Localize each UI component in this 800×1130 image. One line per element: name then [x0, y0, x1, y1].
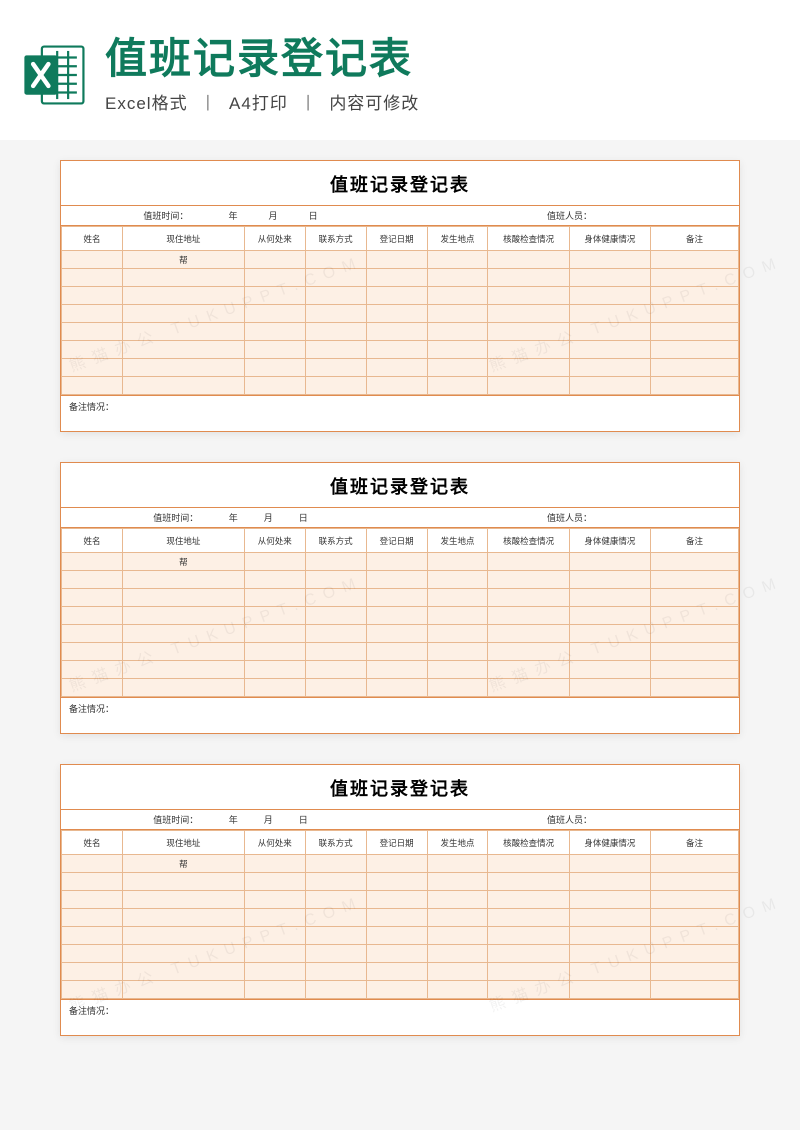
- sheet-title: 值班记录登记表: [61, 463, 739, 508]
- table-row: [62, 661, 739, 679]
- template-header: 值班记录登记表 Excel格式 丨 A4打印 丨 内容可修改: [0, 0, 800, 140]
- table-header-row: 姓名现住地址从何处来联系方式登记日期发生地点核酸检查情况身体健康情况备注: [62, 831, 739, 855]
- col-health: 身体健康情况: [569, 227, 650, 251]
- table-row: [62, 679, 739, 697]
- duty-time-field: 值班时间： 年 月 日: [61, 209, 400, 222]
- duty-table: 姓名现住地址从何处来联系方式登记日期发生地点核酸检查情况身体健康情况备注 帮: [61, 830, 739, 999]
- table-row: [62, 891, 739, 909]
- sheet-meta-row: 值班时间： 年 月 日 值班人员：: [61, 508, 739, 528]
- duty-sheet: 值班记录登记表 值班时间： 年 月 日 值班人员： 姓名 现住地址: [60, 160, 740, 432]
- table-row: [62, 625, 739, 643]
- duty-sheet: 值班记录登记表 值班时间： 年 月 日 值班人员： 姓名现住地址从何处来联系方式…: [60, 764, 740, 1036]
- col-remark: 备注: [650, 227, 738, 251]
- duty-person-field: 值班人员：: [400, 813, 739, 826]
- sheet-title: 值班记录登记表: [61, 161, 739, 206]
- table-row: [62, 981, 739, 999]
- table-row: 帮: [62, 855, 739, 873]
- table-row: 帮: [62, 553, 739, 571]
- table-row: [62, 269, 739, 287]
- page-subtitle: Excel格式 丨 A4打印 丨 内容可修改: [105, 89, 780, 114]
- sheet-meta-row: 值班时间： 年 月 日 值班人员：: [61, 810, 739, 830]
- table-row: [62, 589, 739, 607]
- remarks-field: 备注情况：: [61, 697, 739, 733]
- table-row: 帮: [62, 251, 739, 269]
- table-row: [62, 323, 739, 341]
- sub-print: A4打印: [229, 94, 288, 113]
- divider: 丨: [300, 94, 318, 113]
- table-row: [62, 607, 739, 625]
- table-row: [62, 341, 739, 359]
- col-contact: 联系方式: [305, 227, 366, 251]
- table-row: [62, 927, 739, 945]
- sheet-title: 值班记录登记表: [61, 765, 739, 810]
- sample-cell: 帮: [122, 251, 244, 269]
- table-row: [62, 909, 739, 927]
- col-reg-date: 登记日期: [366, 227, 427, 251]
- table-row: [62, 571, 739, 589]
- remarks-field: 备注情况：: [61, 395, 739, 431]
- duty-time-field: 值班时间： 年 月 日: [61, 511, 400, 524]
- table-header-row: 姓名 现住地址 从何处来 联系方式 登记日期 发生地点 核酸检查情况 身体健康情…: [62, 227, 739, 251]
- col-address: 现住地址: [122, 227, 244, 251]
- col-name: 姓名: [62, 227, 123, 251]
- sheet-meta-row: 值班时间： 年 月 日 值班人员：: [61, 206, 739, 226]
- col-from: 从何处来: [244, 227, 305, 251]
- table-row: [62, 945, 739, 963]
- sub-format: Excel格式: [105, 94, 188, 113]
- header-text-block: 值班记录登记表 Excel格式 丨 A4打印 丨 内容可修改: [105, 36, 780, 113]
- table-row: [62, 377, 739, 395]
- col-place: 发生地点: [427, 227, 488, 251]
- page-main-title: 值班记录登记表: [105, 36, 780, 82]
- duty-sheet: 值班记录登记表 值班时间： 年 月 日 值班人员： 姓名现住地址从何处来联系方式…: [60, 462, 740, 734]
- duty-time-field: 值班时间： 年 月 日: [61, 813, 400, 826]
- duty-person-field: 值班人员：: [400, 209, 739, 222]
- table-row: [62, 963, 739, 981]
- duty-table: 姓名 现住地址 从何处来 联系方式 登记日期 发生地点 核酸检查情况 身体健康情…: [61, 226, 739, 395]
- divider: 丨: [199, 94, 217, 113]
- table-header-row: 姓名现住地址从何处来联系方式登记日期发生地点核酸检查情况身体健康情况备注: [62, 529, 739, 553]
- duty-table: 姓名现住地址从何处来联系方式登记日期发生地点核酸检查情况身体健康情况备注 帮: [61, 528, 739, 697]
- table-row: [62, 305, 739, 323]
- table-row: [62, 359, 739, 377]
- table-row: [62, 287, 739, 305]
- table-row: [62, 643, 739, 661]
- table-row: [62, 873, 739, 891]
- remarks-field: 备注情况：: [61, 999, 739, 1035]
- sub-editable: 内容可修改: [329, 94, 419, 113]
- duty-person-field: 值班人员：: [400, 511, 739, 524]
- template-preview-area: 值班记录登记表 值班时间： 年 月 日 值班人员： 姓名 现住地址: [0, 140, 800, 1106]
- excel-file-icon: [20, 40, 90, 110]
- col-nat-test: 核酸检查情况: [488, 227, 569, 251]
